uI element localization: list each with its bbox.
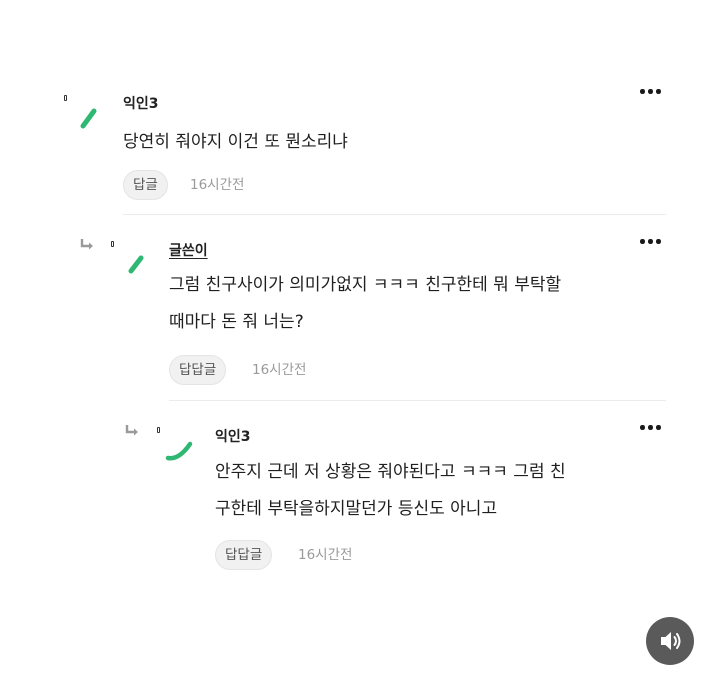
reply-button[interactable]: 답답글 (215, 540, 273, 570)
comment-time: 16시간전 (298, 547, 353, 563)
more-dots-icon[interactable] (638, 418, 664, 436)
avatar-stroke-icon (165, 441, 193, 461)
avatar[interactable] (157, 424, 197, 464)
sound-button[interactable] (646, 617, 694, 665)
comment-text: 안주지 근데 저 상황은 줘야된다고 ㅋㅋㅋ 그럼 친 구한테 부탁을하지말던가… (215, 454, 566, 528)
reply-arrow-icon (125, 425, 138, 436)
speaker-icon (661, 632, 681, 650)
comment-text-line: 안주지 근데 저 상황은 줘야된다고 ㅋㅋㅋ 그럼 친 (215, 462, 566, 482)
comment-3: 익인3 안주지 근데 저 상황은 줘야된다고 ㅋㅋㅋ 그럼 친 구한테 부탁을하… (0, 0, 720, 600)
comment-author[interactable]: 익인3 (215, 426, 251, 446)
comment-text-line: 구한테 부탁을하지말던가 등신도 아니고 (215, 499, 498, 519)
